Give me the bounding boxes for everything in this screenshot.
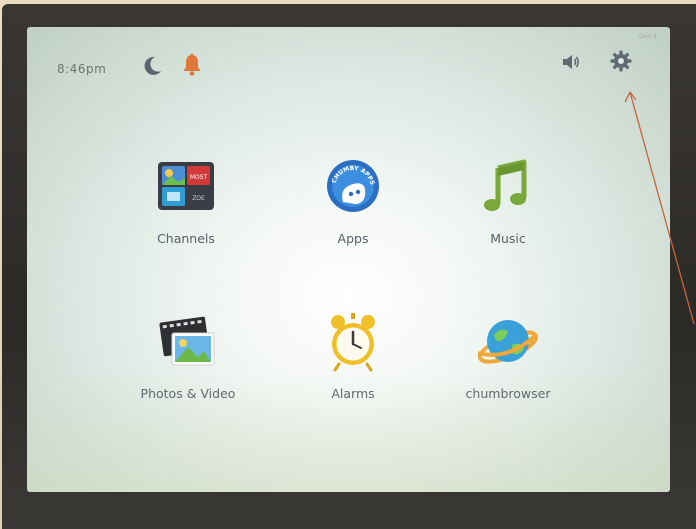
app-label-photos-video: Photos & Video — [140, 386, 236, 401]
app-label-channels: Channels — [157, 231, 215, 246]
app-label-chumbrowser: chumbrowser — [465, 386, 551, 401]
device-screen: Gen 4 8:46pm MOST ZOE Channels CHUMBY AP… — [27, 27, 670, 492]
tiny-label: Gen 4 — [639, 33, 657, 40]
music-note-icon — [484, 159, 527, 211]
app-photos-video[interactable]: Photos & Video — [118, 309, 258, 401]
app-music[interactable]: Music — [438, 154, 578, 246]
app-apps[interactable]: CHUMBY APPS Apps — [283, 154, 423, 246]
gear-icon[interactable] — [609, 49, 633, 73]
clock-time: 8:46pm — [57, 62, 107, 76]
app-label-music: Music — [490, 231, 526, 246]
app-label-apps: Apps — [337, 231, 369, 246]
alarm-clock-icon — [331, 313, 375, 372]
bell-icon[interactable] — [181, 53, 203, 77]
app-chumbrowser[interactable]: chumbrowser — [438, 309, 578, 401]
volume-icon[interactable] — [560, 51, 582, 73]
channels-icon: MOST ZOE — [158, 162, 214, 210]
annotation-arrow — [624, 91, 695, 325]
apps-icon: CHUMBY APPS — [327, 160, 379, 212]
channels-tile-zoe: ZOE — [192, 195, 205, 202]
moon-icon[interactable] — [141, 55, 163, 77]
globe-icon — [477, 320, 539, 364]
channels-tile-most: MOST — [190, 174, 208, 181]
photos-video-icon — [159, 316, 215, 366]
app-channels[interactable]: MOST ZOE Channels — [116, 154, 256, 246]
app-alarms[interactable]: Alarms — [283, 309, 423, 401]
app-label-alarms: Alarms — [331, 386, 375, 401]
